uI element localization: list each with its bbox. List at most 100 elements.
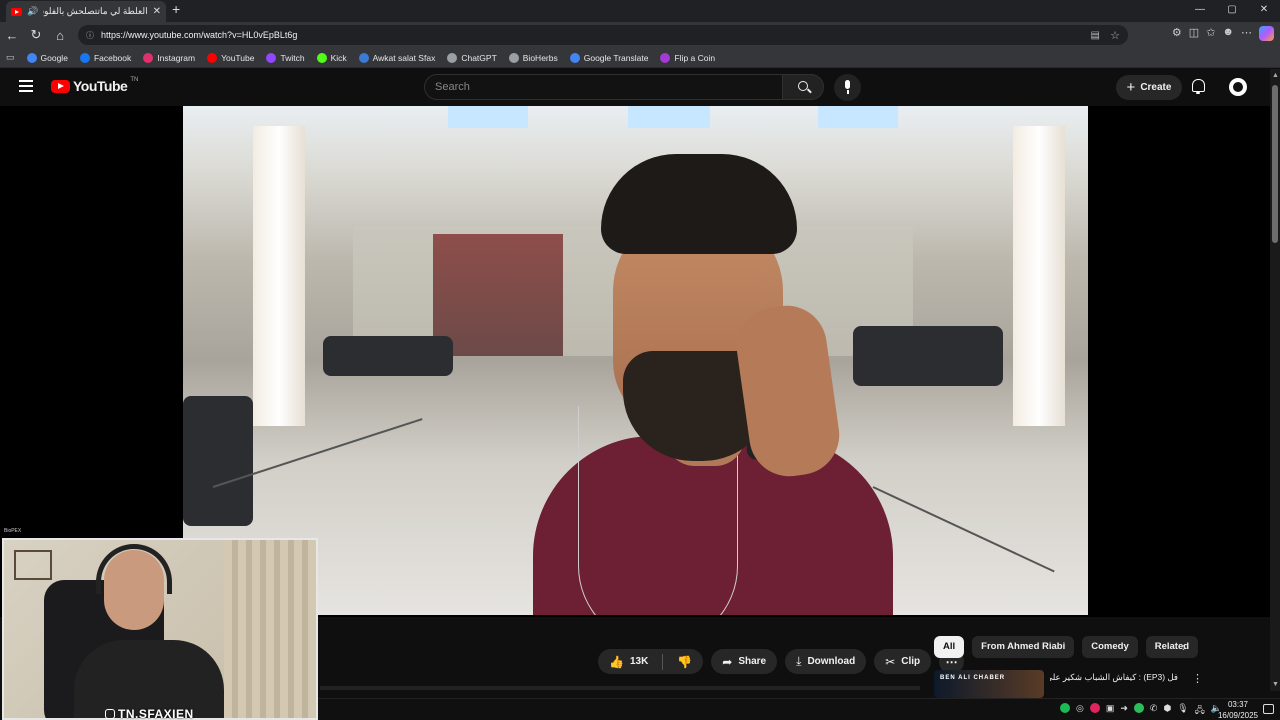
notifications-bell-icon[interactable] [1192, 79, 1205, 94]
like-divider [662, 653, 664, 670]
create-label: Create [1140, 82, 1172, 93]
vertical-dots-icon[interactable]: ⋮ [1192, 672, 1203, 685]
new-tab-button[interactable]: + [172, 1, 180, 17]
microphone-icon[interactable]: 🎙 [1177, 703, 1188, 719]
region-code: TN [130, 77, 139, 83]
network-icon[interactable]: 🖧 [1195, 703, 1205, 719]
create-button[interactable]: + Create [1116, 75, 1182, 100]
download-button[interactable]: ⤓ Download [785, 649, 867, 674]
video-actions: 👍 13K 👎 ➦ Share ⤓ Download ✂ Clip ⋯ [598, 649, 965, 674]
chip-related[interactable]: Related [1145, 636, 1199, 658]
lobby-armchair [183, 396, 253, 526]
speaker-icon[interactable]: 🔊 [27, 6, 38, 17]
scrollbar-thumb[interactable] [1272, 85, 1278, 243]
bookmark-bioherbs[interactable]: BioHerbs [508, 52, 558, 63]
favorite-star-icon[interactable]: ☆ [1110, 29, 1120, 42]
search-input[interactable]: Search [424, 74, 782, 100]
related-title[interactable]: فل (EP3) : كيفاش الشباب شكير على بن [1050, 672, 1178, 683]
record-icon[interactable] [1089, 703, 1100, 713]
chrome-icon[interactable]: ◎ [1076, 703, 1084, 719]
browser-extensions: ⚙ ◫ ✩ ☻ ⋯ [1172, 26, 1274, 41]
site-info-icon[interactable]: ⓘ [86, 30, 94, 41]
search-button[interactable] [782, 74, 824, 100]
globe-icon [508, 52, 519, 63]
bookmark-chatgpt[interactable]: ChatGPT [447, 52, 497, 63]
like-button[interactable]: 👍 13K 👎 [598, 649, 704, 674]
nvidia-icon[interactable] [1133, 703, 1144, 713]
notification-center-icon[interactable] [1263, 704, 1274, 714]
bookmark-youtube[interactable]: YouTube [207, 52, 254, 63]
bookmarks-bar: ▭ Google Facebook Instagram YouTube Twit… [0, 48, 1280, 68]
minimize-button[interactable]: — [1184, 0, 1216, 22]
account-avatar[interactable] [1229, 78, 1247, 96]
system-tray: ◎ ▣ ➜ ✆ ⬢ 🎙 🖧 🔈 [1059, 703, 1222, 719]
close-tab-icon[interactable]: ✕ [153, 6, 161, 17]
taskbar-clock[interactable]: 03:37 16/09/2025 [1218, 699, 1258, 720]
chevron-right-icon[interactable]: › [1182, 640, 1186, 654]
favorites-icon[interactable]: ✩ [1206, 26, 1215, 41]
steam-icon[interactable]: ⬢ [1163, 703, 1171, 719]
bookmark-folder-icon[interactable]: ▭ [6, 52, 15, 63]
scroll-up-icon[interactable]: ▲ [1272, 72, 1279, 79]
related-video-item[interactable]: BEN ALI CHABER فل (EP3) : كيفاش الشباب ش… [934, 670, 1270, 698]
scroll-down-icon[interactable]: ▼ [1272, 681, 1279, 688]
youtube-logo[interactable]: YouTube TN [51, 77, 139, 94]
extensions-icon[interactable]: ⚙ [1172, 26, 1182, 41]
ceiling-light [448, 106, 528, 128]
clock-date: 16/09/2025 [1217, 711, 1258, 720]
menu-dots-icon[interactable]: ⋯ [1241, 26, 1252, 41]
download-icon: ⤓ [796, 654, 802, 668]
chip-all[interactable]: All [934, 636, 965, 658]
reload-icon[interactable]: ↻ [24, 27, 48, 43]
spotify-icon[interactable] [1059, 703, 1070, 713]
voice-search-icon[interactable] [834, 74, 861, 101]
split-screen-icon[interactable]: ◫ [1189, 26, 1199, 41]
bookmark-facebook[interactable]: Facebook [79, 52, 131, 63]
copilot-icon[interactable] [1259, 26, 1274, 41]
chip-from-ahmed-riabi[interactable]: From Ahmed Riabi [972, 636, 1075, 658]
bookmark-instagram[interactable]: Instagram [143, 52, 195, 63]
share-arrow-icon: ➦ [722, 654, 733, 669]
discord-icon[interactable]: ▣ [1106, 703, 1115, 719]
whatsapp-icon[interactable]: ✆ [1150, 703, 1158, 719]
youtube-favicon-icon [11, 7, 22, 16]
bookmark-google[interactable]: Google [26, 52, 68, 63]
bookmark-kick[interactable]: Kick [316, 52, 347, 63]
description-divider [320, 686, 920, 690]
kick-icon [316, 52, 327, 63]
webcam-overlay [2, 538, 318, 720]
chatgpt-icon [447, 52, 458, 63]
bookmark-twitch[interactable]: Twitch [266, 52, 305, 63]
facebook-icon [79, 52, 90, 63]
related-thumbnail[interactable]: BEN ALI CHABER [934, 670, 1044, 698]
arrow-icon[interactable]: ➜ [1120, 703, 1128, 719]
back-arrow-icon[interactable]: ← [0, 28, 24, 43]
curtain [224, 540, 316, 718]
bookmark-flip-a-coin[interactable]: Flip a Coin [660, 52, 715, 63]
scissors-icon: ✂ [885, 654, 896, 669]
video-frame[interactable] [183, 106, 1088, 615]
lobby-sofa [323, 336, 453, 376]
lobby-sofa [853, 326, 1003, 386]
bookmark-google-translate[interactable]: Google Translate [569, 52, 648, 63]
youtube-icon [207, 52, 218, 63]
chip-comedy[interactable]: Comedy [1082, 636, 1138, 658]
browser-tab[interactable]: 🔊 العلطة لي ماتتصلحش بالفلوس ✕ [6, 1, 166, 22]
dislike-icon[interactable]: 👎 [669, 655, 703, 669]
reader-icon[interactable]: ▤ [1091, 30, 1100, 41]
window-controls: — ▢ ✕ [1184, 0, 1280, 22]
profile-icon[interactable]: ☻ [1222, 26, 1234, 41]
address-bar[interactable]: ⓘ https://www.youtube.com/watch?v=HL0vEp… [78, 25, 1128, 45]
google-icon [26, 52, 37, 63]
maximize-button[interactable]: ▢ [1216, 0, 1248, 22]
hamburger-menu-icon[interactable] [19, 80, 33, 92]
streamer-tag: TN.SFAXIEN [105, 707, 194, 720]
page-scrollbar[interactable]: ▲ ▼ [1270, 69, 1280, 691]
share-button[interactable]: ➦ Share [711, 649, 778, 674]
thumbnail-text: BEN ALI CHABER [940, 675, 1006, 681]
close-window-button[interactable]: ✕ [1248, 0, 1280, 22]
home-icon[interactable]: ⌂ [48, 28, 72, 43]
clip-button[interactable]: ✂ Clip [874, 649, 932, 674]
youtube-header: YouTube TN Search + Create [0, 69, 1270, 106]
bookmark-awkat-salat[interactable]: Awkat salat Sfax [358, 52, 435, 63]
